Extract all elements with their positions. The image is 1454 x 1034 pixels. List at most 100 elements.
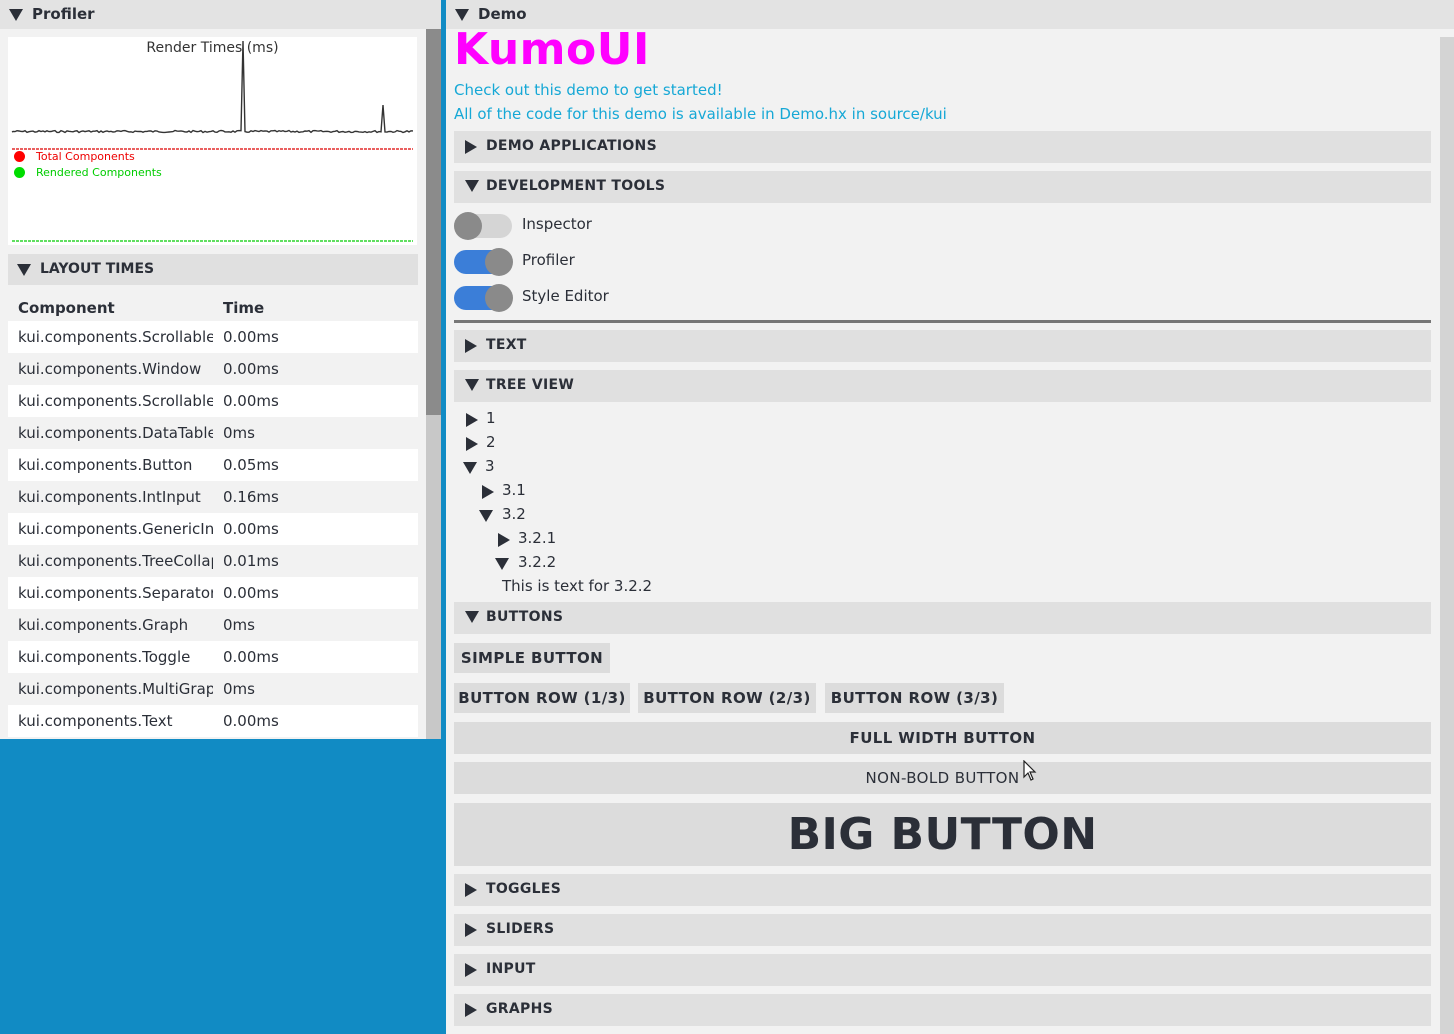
- section-title: TEXT: [486, 337, 527, 353]
- legend-total-components: Total Components: [14, 150, 135, 163]
- tree-node-label: 3.2: [502, 505, 526, 523]
- component-cell: kui.components.Separator: [18, 584, 213, 602]
- time-cell: 0.00ms: [223, 712, 279, 730]
- expand-arrow-icon[interactable]: [465, 883, 477, 897]
- expand-arrow-icon[interactable]: [482, 485, 494, 499]
- expand-arrow-icon[interactable]: [465, 923, 477, 937]
- collapse-arrow-icon[interactable]: [465, 379, 479, 391]
- collapse-arrow-icon[interactable]: [463, 462, 477, 474]
- section-toggles[interactable]: TOGGLES: [454, 874, 1431, 906]
- component-cell: kui.components.IntInput: [18, 488, 201, 506]
- tree-node-label: 3: [485, 457, 495, 475]
- section-sliders[interactable]: SLIDERS: [454, 914, 1431, 946]
- section-buttons[interactable]: BUTTONS: [454, 602, 1431, 634]
- layout-times-header[interactable]: LAYOUT TIMES: [8, 254, 418, 285]
- table-row: kui.components.DataTable 0ms: [8, 417, 418, 449]
- collapse-arrow-icon[interactable]: [465, 611, 479, 623]
- column-header-component: Component: [18, 299, 115, 317]
- expand-arrow-icon[interactable]: [465, 1003, 477, 1017]
- simple-button[interactable]: SIMPLE BUTTON: [454, 643, 610, 673]
- table-row: kui.components.GenericInput 0.00ms: [8, 513, 418, 545]
- section-input[interactable]: INPUT: [454, 954, 1431, 986]
- section-demo-applications[interactable]: DEMO APPLICATIONS: [454, 131, 1431, 163]
- table-row: kui.components.TreeCollapse 0.01ms: [8, 545, 418, 577]
- component-cell: kui.components.Button: [18, 456, 193, 474]
- time-cell: 0.00ms: [223, 520, 279, 538]
- section-title: TOGGLES: [486, 881, 562, 897]
- non-bold-button[interactable]: NON-BOLD BUTTON: [454, 762, 1431, 794]
- component-cell: kui.components.TreeCollapse: [18, 552, 213, 570]
- graph-title: Render Times (ms): [146, 40, 279, 56]
- expand-arrow-icon[interactable]: [465, 339, 477, 353]
- expand-arrow-icon[interactable]: [466, 413, 478, 427]
- demo-window: Demo KumoUI Check out this demo to get s…: [446, 0, 1454, 1034]
- section-title: INPUT: [486, 961, 536, 977]
- collapse-arrow-icon[interactable]: [9, 9, 23, 21]
- component-cell: kui.components.Scrollable: [18, 328, 213, 346]
- profiler-window: Profiler Render Times (ms) Total Compone…: [0, 0, 441, 739]
- full-width-button[interactable]: FULL WIDTH BUTTON: [454, 722, 1431, 754]
- section-title: DEMO APPLICATIONS: [486, 138, 657, 154]
- inspector-toggle[interactable]: [454, 212, 512, 240]
- time-cell: 0.05ms: [223, 456, 279, 474]
- section-graphs[interactable]: GRAPHS: [454, 994, 1431, 1026]
- component-cell: kui.components.Window: [18, 360, 202, 378]
- section-development-tools[interactable]: DEVELOPMENT TOOLS: [454, 171, 1431, 203]
- collapse-arrow-icon[interactable]: [479, 510, 493, 522]
- button-row-2[interactable]: BUTTON ROW (2/3): [638, 683, 816, 713]
- time-cell: 0ms: [223, 680, 255, 698]
- style-editor-toggle[interactable]: [454, 284, 513, 312]
- section-title: DEVELOPMENT TOOLS: [486, 178, 666, 194]
- render-times-graph: Render Times (ms) Total Components Rende…: [8, 37, 417, 245]
- window-title: Profiler: [32, 5, 95, 23]
- big-button[interactable]: BIG BUTTON: [454, 803, 1431, 866]
- section-text[interactable]: TEXT: [454, 330, 1431, 362]
- component-cell: kui.components.Text: [18, 712, 173, 730]
- legend-dot-red-icon: [14, 151, 25, 162]
- table-row: kui.components.MultiGraph 0ms: [8, 673, 418, 705]
- table-row: kui.components.Scrollable 0.00ms: [8, 385, 418, 417]
- collapse-arrow-icon[interactable]: [465, 180, 479, 192]
- component-cell: kui.components.Graph: [18, 616, 189, 634]
- window-title: Demo: [478, 5, 527, 23]
- profiler-titlebar[interactable]: Profiler: [0, 0, 441, 29]
- profiler-toggle[interactable]: [454, 248, 513, 276]
- scrollbar-thumb[interactable]: [426, 29, 441, 415]
- legend-dot-green-icon: [14, 167, 25, 178]
- toggle-knob: [485, 284, 513, 312]
- component-cell: kui.components.DataTable: [18, 424, 213, 442]
- button-row-1[interactable]: BUTTON ROW (1/3): [454, 683, 630, 713]
- profiler-label: Profiler: [522, 251, 575, 269]
- table-row: kui.components.Scrollable 0.00ms: [8, 321, 418, 353]
- mouse-cursor-icon: [1023, 760, 1037, 781]
- source-info-text: All of the code for this demo is availab…: [454, 105, 947, 123]
- collapse-arrow-icon[interactable]: [455, 9, 469, 21]
- tree-node-label: 1: [486, 409, 496, 427]
- collapse-arrow-icon[interactable]: [17, 264, 31, 276]
- section-tree-view[interactable]: TREE VIEW: [454, 370, 1431, 402]
- component-cell: kui.components.Scrollable: [18, 392, 213, 410]
- tree-node-label: 2: [486, 433, 496, 451]
- tree-node-label: 3.1: [502, 481, 526, 499]
- expand-arrow-icon[interactable]: [466, 437, 478, 451]
- logo-title: KumoUI: [454, 24, 650, 75]
- expand-arrow-icon[interactable]: [465, 963, 477, 977]
- column-header-time: Time: [223, 299, 265, 317]
- button-row-3[interactable]: BUTTON ROW (3/3): [825, 683, 1004, 713]
- section-title: BUTTONS: [486, 609, 564, 625]
- toggle-knob: [485, 248, 513, 276]
- tree-node-label: 3.2.2: [518, 553, 557, 571]
- scrollbar-track[interactable]: [1440, 37, 1454, 1034]
- tree-leaf-text: This is text for 3.2.2: [502, 577, 653, 595]
- expand-arrow-icon[interactable]: [498, 533, 510, 547]
- table-row: kui.components.Button 0.05ms: [8, 449, 418, 481]
- expand-arrow-icon[interactable]: [465, 140, 477, 154]
- collapse-arrow-icon[interactable]: [495, 558, 509, 570]
- intro-text: Check out this demo to get started!: [454, 81, 723, 99]
- table-row: kui.components.IntInput 0.16ms: [8, 481, 418, 513]
- section-title: SLIDERS: [486, 921, 555, 937]
- time-cell: 0.00ms: [223, 360, 279, 378]
- table-row: kui.components.Text 0.00ms: [8, 705, 418, 737]
- component-cell: kui.components.Toggle: [18, 648, 191, 666]
- section-title: GRAPHS: [486, 1001, 553, 1017]
